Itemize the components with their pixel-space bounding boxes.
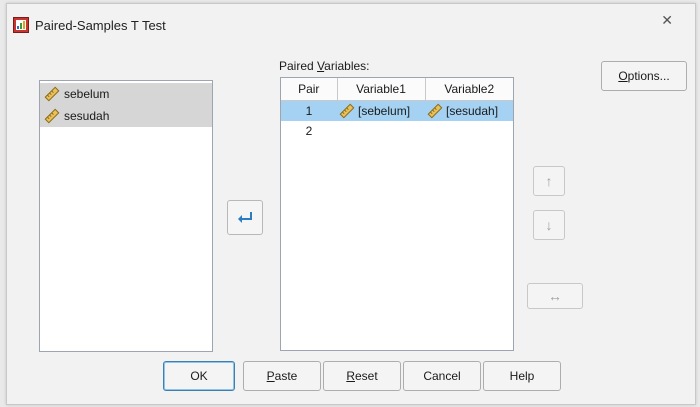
paste-button[interactable]: Paste xyxy=(243,361,321,391)
move-variable-button[interactable] xyxy=(227,200,263,235)
pair-number: 1 xyxy=(281,100,337,121)
swap-variables-button[interactable]: ↔ xyxy=(527,283,583,309)
reset-button[interactable]: Reset xyxy=(323,361,401,391)
variable2-value: [sesudah] xyxy=(446,104,499,118)
variable-label: sesudah xyxy=(64,109,110,123)
source-variable-list[interactable]: sebelum sesudah xyxy=(39,80,213,352)
scale-variable-icon xyxy=(427,103,443,119)
arrow-move-icon xyxy=(238,211,252,223)
variable-label: sebelum xyxy=(64,87,110,101)
close-icon[interactable]: ✕ xyxy=(661,12,673,29)
scale-variable-icon xyxy=(339,103,355,119)
table-row[interactable]: 2 xyxy=(281,121,513,141)
scale-variable-icon xyxy=(44,86,60,102)
column-header-pair[interactable]: Pair xyxy=(281,78,338,101)
paired-variables-label: Paired Variables: xyxy=(279,59,370,73)
ok-button[interactable]: OK xyxy=(163,361,235,391)
column-header-variable2[interactable]: Variable2 xyxy=(425,78,513,101)
title-bar: Paired-Samples T Test ✕ xyxy=(7,4,695,44)
variable1-cell[interactable]: [sebelum] xyxy=(337,100,425,121)
column-header-variable1[interactable]: Variable1 xyxy=(337,78,426,101)
options-button[interactable]: Options... xyxy=(601,61,687,91)
variable2-cell[interactable]: [sesudah] xyxy=(425,100,513,121)
variable1-cell[interactable] xyxy=(337,121,425,141)
pair-number: 2 xyxy=(305,124,313,138)
table-row[interactable]: 1 [sebelum] [sesudah] xyxy=(281,100,513,121)
paired-samples-dialog: Paired-Samples T Test ✕ sebelum sesudah … xyxy=(6,3,696,405)
list-item[interactable]: sesudah xyxy=(40,105,212,127)
app-icon xyxy=(13,17,29,33)
swap-arrows-icon: ↔ xyxy=(548,288,562,304)
move-down-button[interactable]: ↓ xyxy=(533,210,565,240)
variable1-value: [sebelum] xyxy=(358,104,411,118)
dialog-title: Paired-Samples T Test xyxy=(35,18,166,33)
cancel-button[interactable]: Cancel xyxy=(403,361,481,391)
help-button[interactable]: Help xyxy=(483,361,561,391)
list-item[interactable]: sebelum xyxy=(40,83,212,105)
arrow-up-icon: ↑ xyxy=(545,173,553,189)
move-up-button[interactable]: ↑ xyxy=(533,166,565,196)
arrow-down-icon: ↓ xyxy=(545,217,553,233)
paired-variables-grid[interactable]: Pair Variable1 Variable2 1 [sebelum] [se… xyxy=(280,77,514,351)
scale-variable-icon xyxy=(44,108,60,124)
variable2-cell[interactable] xyxy=(425,121,513,141)
grid-header-row: Pair Variable1 Variable2 xyxy=(281,78,513,101)
